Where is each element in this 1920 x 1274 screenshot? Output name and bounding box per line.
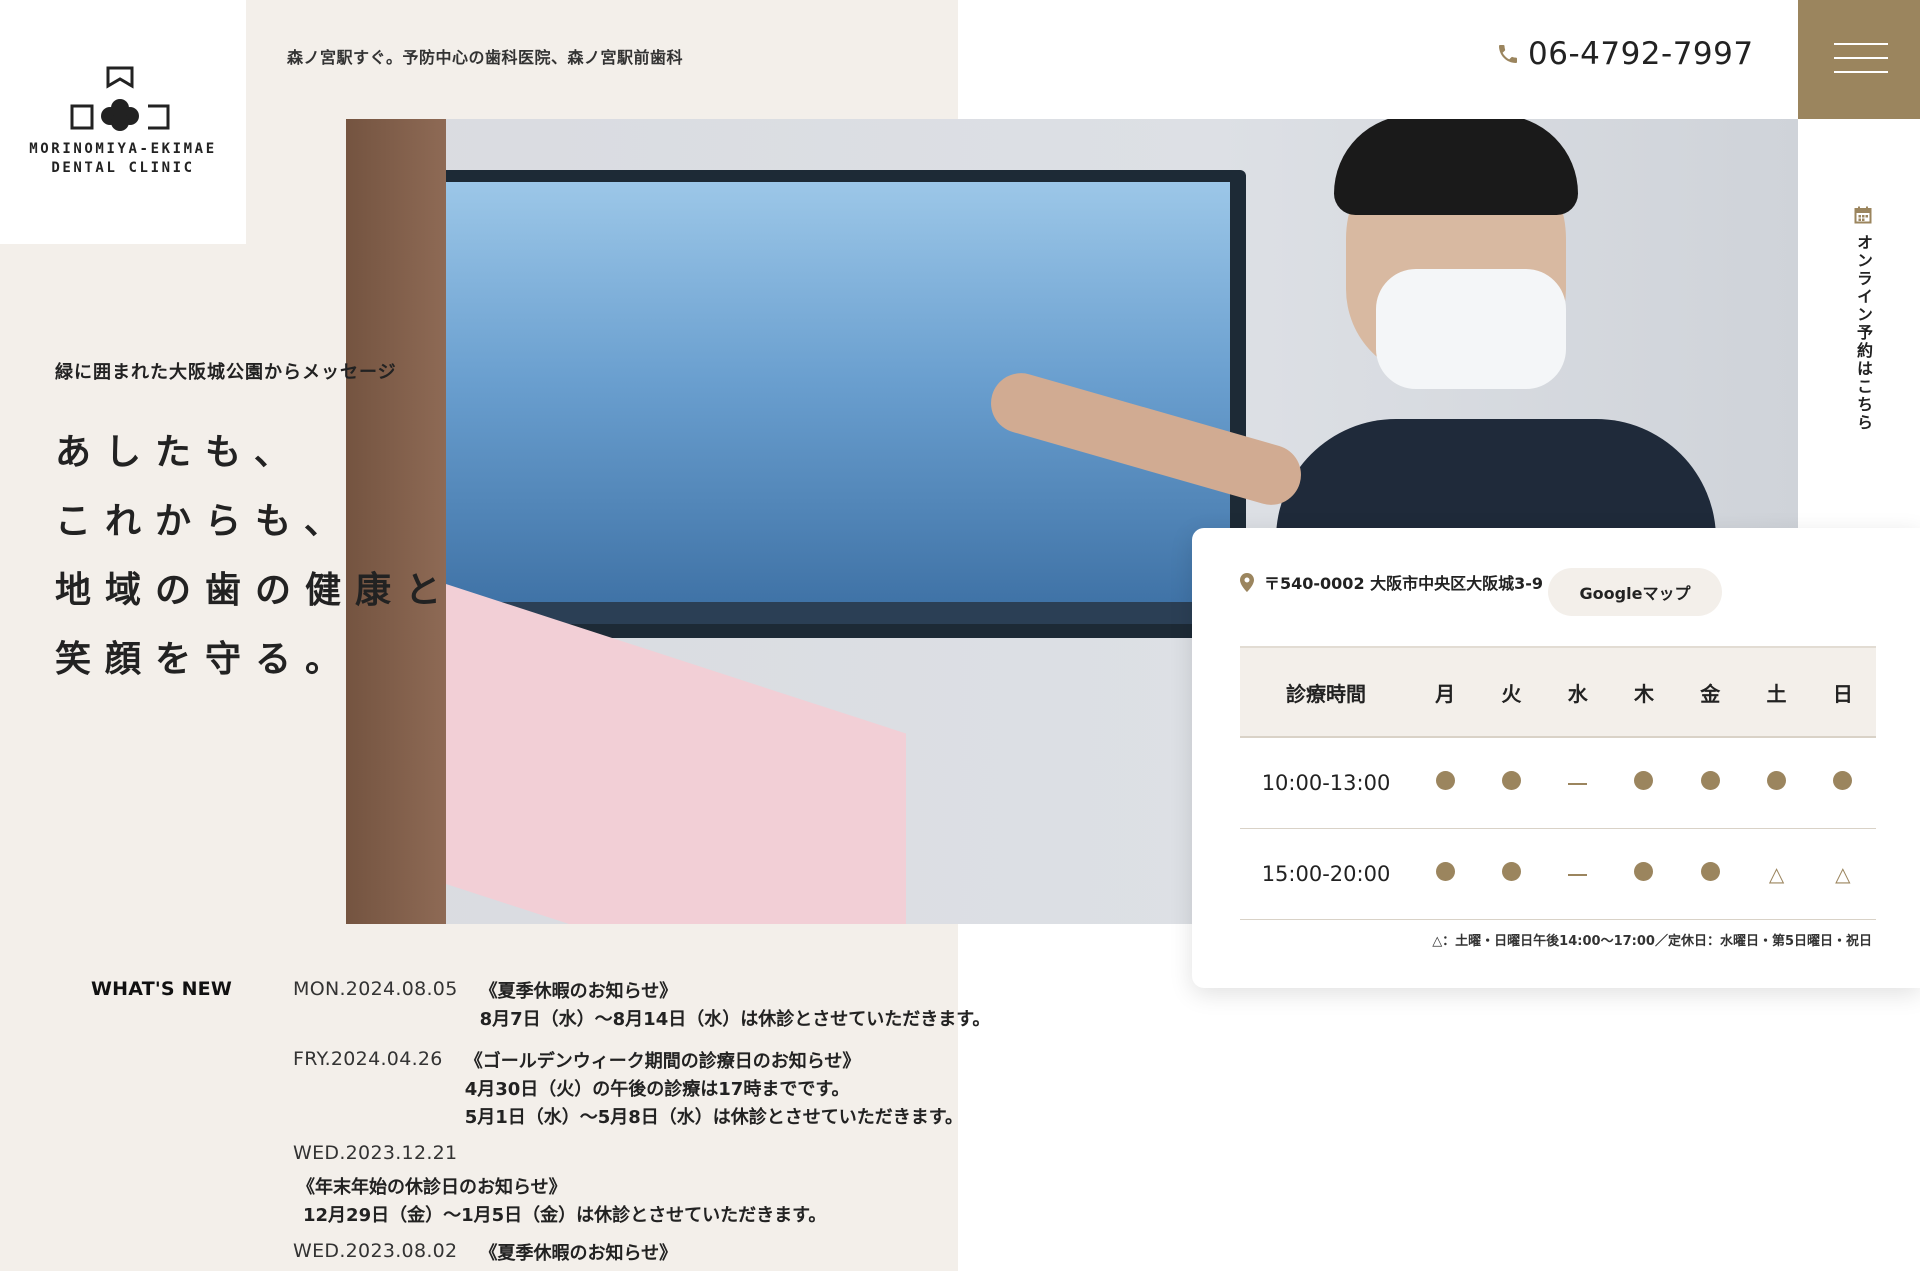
open-dot-icon (1501, 862, 1521, 881)
news-item[interactable]: FRY.2024.04.26 《ゴールデンウィーク期間の診療日のお知らせ》 4月… (293, 1048, 1053, 1132)
news-date: MON.2024.08.05 (293, 978, 458, 1000)
news-item[interactable]: MON.2024.08.05 《夏季休暇のお知らせ》 8月7日（水）〜8月14日… (293, 978, 1053, 1034)
hours-mark (1809, 737, 1876, 829)
hours-header-cell: 月 (1412, 646, 1479, 738)
partial-triangle-icon: △ (1835, 862, 1851, 886)
open-dot-icon (1435, 771, 1455, 790)
hero-heading: あしたも、 これからも、 地域の歯の健康と 笑顔を守る。 (55, 418, 455, 694)
open-dot-icon (1700, 771, 1720, 790)
hours-mark (1412, 737, 1479, 829)
menu-button[interactable] (1798, 0, 1920, 119)
address: 〒540-0002 大阪市中央区大阪城3-9 (1240, 570, 1543, 594)
hero-heading-line: 笑顔を守る。 (55, 638, 356, 680)
news-title: 《夏季休暇のお知らせ》 (479, 981, 678, 1002)
hero-heading-line: あしたも、 (55, 431, 304, 473)
hours-mark (1610, 828, 1678, 920)
google-map-button[interactable]: Googleマップ (1548, 568, 1722, 616)
open-dot-icon (1634, 771, 1654, 790)
hero-heading-line: 地域の歯の健康と (55, 569, 456, 611)
news-body: 5月1日（水）〜5月8日（水）は休診とさせていただきます。 (464, 1107, 963, 1128)
news-body: 4月30日（火）の午後の診療は17時までです。 (464, 1079, 850, 1100)
hours-table: 診療時間 月 火 水 木 金 土 日 10:00-13:00 15:00-20:… (1240, 646, 1876, 920)
hours-mark (1412, 828, 1479, 920)
hours-mark (1544, 828, 1611, 920)
hours-mark (1544, 737, 1611, 829)
partial-triangle-icon: △ (1768, 862, 1785, 886)
logo-text: MORINOMIYA-EKIMAE DENTAL CLINIC (18, 140, 228, 178)
open-dot-icon (1833, 771, 1853, 790)
clinic-logo-icon (70, 66, 170, 131)
news-title: 《ゴールデンウィーク期間の診療日のお知らせ》 (464, 1051, 861, 1072)
hours-time: 10:00-13:00 (1240, 737, 1412, 829)
news-item[interactable]: WED.2023.08.02 《夏季休暇のお知らせ》 (293, 1240, 1053, 1268)
open-dot-icon (1435, 862, 1455, 881)
news-title: 《年末年始の休診日のお知らせ》 (297, 1177, 567, 1198)
hours-header-cell: 日 (1809, 646, 1876, 738)
header-tagline: 森ノ宮駅すぐ。予防中心の歯科医院、森ノ宮駅前歯科 (287, 48, 684, 67)
hours-note: △：土曜・日曜日午後14:00〜17:00／定休日：水曜日・第5日曜日・祝日 (1432, 934, 1872, 949)
news-list: MON.2024.08.05 《夏季休暇のお知らせ》 8月7日（水）〜8月14日… (293, 978, 1053, 1274)
map-pin-icon (1240, 572, 1254, 592)
open-dot-icon (1501, 771, 1521, 790)
open-dot-icon (1700, 862, 1720, 881)
news-body: 8月7日（水）〜8月14日（水）は休診とさせていただきます。 (479, 1009, 991, 1030)
news-body: 12月29日（金）〜1月5日（金）は休診とさせていただきます。 (303, 1205, 827, 1226)
clinic-info-card: 〒540-0002 大阪市中央区大阪城3-9 Googleマップ 診療時間 月 … (1192, 528, 1920, 988)
online-reservation-link[interactable]: オンライン予約はこちら (1848, 206, 1878, 432)
hours-header-cell: 土 (1743, 646, 1810, 738)
open-dot-icon (1767, 771, 1787, 790)
phone-number: 06-4792-7997 (1528, 36, 1754, 72)
calendar-icon (1854, 206, 1872, 224)
hours-mark: △ (1809, 828, 1876, 920)
hamburger-menu-icon (1834, 57, 1888, 59)
hamburger-menu-icon (1834, 71, 1888, 73)
phone-link[interactable]: 06-4792-7997 (1496, 36, 1754, 72)
hours-mark: △ (1743, 828, 1810, 920)
hours-mark (1478, 828, 1545, 920)
logo-line-1: MORINOMIYA-EKIMAE (29, 141, 217, 157)
news-title: 《夏季休暇のお知らせ》 (479, 1243, 678, 1264)
hours-header-cell: 水 (1544, 646, 1611, 738)
news-item[interactable]: WED.2023.12.21 《年末年始の休診日のお知らせ》 12月29日（金）… (293, 1142, 1053, 1230)
hero-heading-line: これからも、 (55, 500, 354, 542)
hero-catch: 緑に囲まれた大阪城公園からメッセージ (55, 362, 397, 383)
news-date: WED.2023.08.02 (293, 1240, 458, 1262)
logo[interactable]: MORINOMIYA-EKIMAE DENTAL CLINIC (0, 0, 246, 244)
hours-header-cell: 火 (1478, 646, 1545, 738)
doctor-mask (1376, 269, 1566, 389)
hours-header-row: 診療時間 月 火 水 木 金 土 日 (1240, 646, 1876, 738)
hours-mark (1677, 828, 1744, 920)
hours-mark (1677, 737, 1744, 829)
hours-row: 10:00-13:00 (1240, 737, 1876, 829)
hours-mark (1610, 737, 1678, 829)
online-reservation-label: オンライン予約はこちら (1854, 234, 1873, 432)
closed-dash-icon (1568, 783, 1588, 785)
hours-header-cell: 木 (1610, 646, 1678, 738)
hours-row: 15:00-20:00 △ △ (1240, 828, 1876, 920)
news-date: FRY.2024.04.26 (293, 1048, 443, 1070)
whats-new-heading: WHAT'S NEW (91, 978, 233, 1000)
news-date: WED.2023.12.21 (293, 1142, 458, 1164)
hours-mark (1743, 737, 1810, 829)
closed-dash-icon (1568, 874, 1588, 876)
address-text: 〒540-0002 大阪市中央区大阪城3-9 (1264, 574, 1544, 593)
hours-time: 15:00-20:00 (1240, 828, 1412, 920)
hours-header-cell: 診療時間 (1240, 646, 1412, 738)
hamburger-menu-icon (1834, 43, 1888, 45)
hours-header-cell: 金 (1677, 646, 1744, 738)
logo-line-2: DENTAL CLINIC (51, 160, 195, 176)
phone-icon (1499, 45, 1517, 63)
hours-mark (1478, 737, 1545, 829)
open-dot-icon (1634, 862, 1654, 881)
doctor-hair (1334, 119, 1578, 215)
